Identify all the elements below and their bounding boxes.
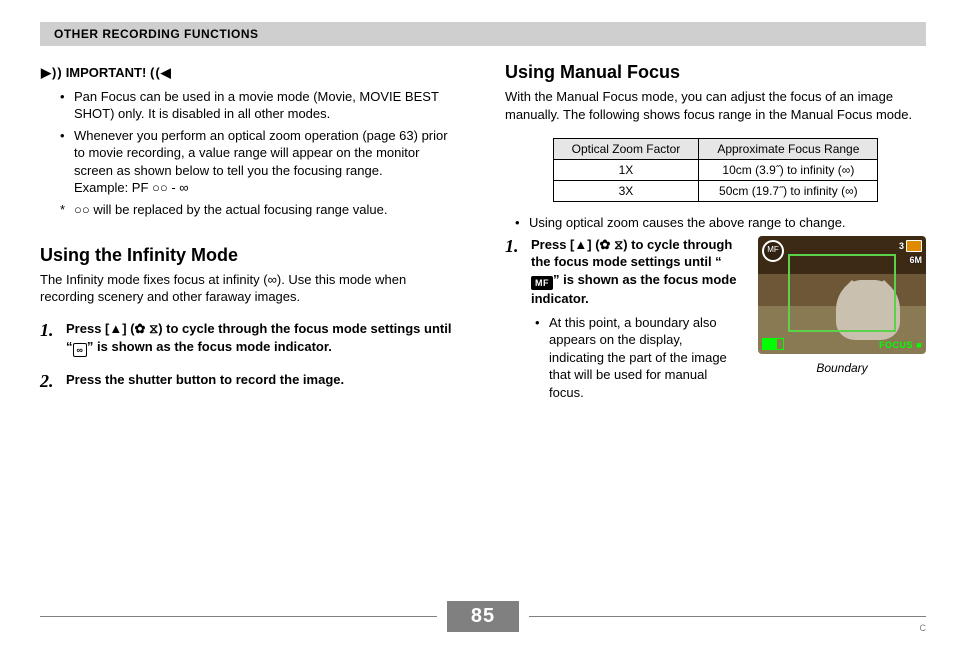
left-column: ▶)) IMPORTANT! ▶)) Pan Focus can be used…: [40, 60, 461, 415]
manual-desc: With the Manual Focus mode, you can adju…: [505, 88, 926, 123]
section-header: OTHER RECORDING FUNCTIONS: [40, 22, 926, 46]
manual-step-1-sub: At this point, a boundary also appears o…: [531, 314, 740, 402]
important-bullets: Pan Focus can be used in a movie mode (M…: [40, 88, 461, 219]
infinity-steps: Press [▲] (✿ ⧖) to cycle through the foc…: [40, 320, 461, 389]
mode-overlay-icon: [906, 240, 922, 252]
focus-range-table: Optical Zoom Factor Approximate Focus Ra…: [553, 138, 879, 203]
table-row: 3X 50cm (19.7˝) to infinity (∞): [553, 180, 878, 201]
focus-overlay: FOCUS ■: [879, 339, 922, 351]
mf-overlay-icon: MF: [762, 240, 784, 262]
battery-icon: [762, 338, 784, 350]
page-footer: 85 C: [40, 601, 926, 632]
important-item-1: Pan Focus can be used in a movie mode (M…: [74, 88, 461, 123]
up-triangle-icon: ▲: [574, 237, 587, 252]
manual-page: OTHER RECORDING FUNCTIONS ▶)) IMPORTANT!…: [0, 0, 954, 646]
table-row: 1X 10cm (3.9˝) to infinity (∞): [553, 159, 878, 180]
important-deco-left: ▶)): [40, 64, 62, 82]
important-label: IMPORTANT!: [66, 64, 147, 82]
footer-corner-mark: C: [920, 622, 927, 634]
mf-chip-icon: MF: [531, 276, 553, 290]
self-timer-icon: ⧖: [614, 237, 623, 252]
infinity-desc: The Infinity mode fixes focus at infinit…: [40, 271, 461, 306]
important-example: Example: PF ○○ - ∞: [74, 179, 461, 197]
infinity-step-1: Press [▲] (✿ ⧖) to cycle through the foc…: [66, 320, 461, 357]
cat-subject: [836, 280, 900, 340]
footer-rule-left: [40, 616, 437, 617]
resolution-overlay: 6M: [909, 254, 922, 266]
macro-icon: ✿: [135, 321, 146, 336]
table-header-zoom: Optical Zoom Factor: [553, 138, 699, 159]
viewfinder-screen: MF 3 6M FOCUS ■: [758, 236, 926, 354]
up-triangle-icon: ▲: [109, 321, 122, 336]
two-column-layout: ▶)) IMPORTANT! ▶)) Pan Focus can be used…: [40, 60, 926, 415]
manual-note-list: Using optical zoom causes the above rang…: [505, 214, 926, 232]
important-note: ○○ will be replaced by the actual focusi…: [74, 201, 461, 219]
important-item-2: Whenever you perform an optical zoom ope…: [74, 127, 461, 197]
table-header-range: Approximate Focus Range: [699, 138, 878, 159]
manual-steps: Press [▲] (✿ ⧖) to cycle through the foc…: [505, 236, 740, 402]
footer-rule-right: [529, 616, 926, 617]
self-timer-icon: ⧖: [149, 321, 158, 336]
page-number: 85: [447, 601, 519, 632]
important-heading: ▶)) IMPORTANT! ▶)): [40, 64, 461, 82]
manual-step-1: Press [▲] (✿ ⧖) to cycle through the foc…: [531, 236, 740, 402]
macro-icon: ✿: [600, 237, 611, 252]
figure-caption: Boundary: [758, 360, 926, 376]
manual-heading: Using Manual Focus: [505, 60, 926, 84]
important-deco-right: ▶)): [150, 64, 172, 82]
count-overlay: 3: [899, 240, 904, 252]
manual-note: Using optical zoom causes the above rang…: [529, 214, 926, 232]
infinity-heading: Using the Infinity Mode: [40, 243, 461, 267]
infinity-step-2: Press the shutter button to record the i…: [66, 371, 461, 389]
right-column: Using Manual Focus With the Manual Focus…: [505, 60, 926, 415]
viewfinder-figure: MF 3 6M FOCUS ■ Boundary: [758, 236, 926, 376]
infinity-chip-icon: ∞: [73, 343, 87, 357]
